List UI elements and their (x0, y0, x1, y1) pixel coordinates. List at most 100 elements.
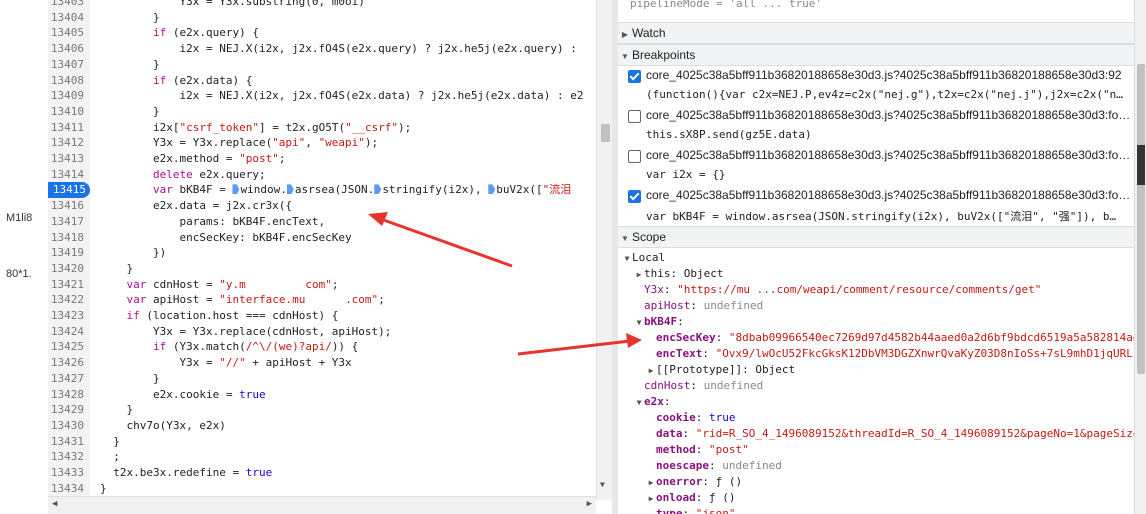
code-line[interactable]: 13408 if (e2x.data) { (48, 73, 593, 89)
line-number[interactable]: 13420 (48, 261, 84, 277)
expanded-triangle-icon[interactable]: ▼ (622, 251, 632, 266)
line-number[interactable]: 13424 (48, 324, 84, 340)
code-line[interactable]: 13431 } (48, 434, 593, 450)
breakpoint-source[interactable]: var i2x = {} (646, 168, 1132, 181)
code-line[interactable]: 13423 if (location.host === cdnHost) { (48, 308, 593, 324)
line-number[interactable]: 13404 (48, 10, 84, 26)
collapsed-triangle-icon[interactable]: ▶ (646, 475, 656, 490)
collapsed-triangle-icon[interactable]: ▶ (646, 491, 656, 506)
breakpoint-location[interactable]: core_4025c38a5bff911b36820188658e30d3.js… (646, 188, 1132, 202)
breakpoint-location[interactable]: core_4025c38a5bff911b36820188658e30d3.js… (646, 108, 1132, 122)
scope-row[interactable]: ▼ bKB4F: (634, 314, 1134, 330)
code-line[interactable]: 13432 ; (48, 449, 593, 465)
code-line[interactable]: 13433 t2x.be3x.redefine = true (48, 465, 593, 481)
line-number[interactable]: 13432 (48, 449, 84, 465)
sidebar-scrollbar[interactable] (1134, 0, 1146, 514)
breakpoint-checkbox[interactable] (628, 190, 641, 203)
line-number[interactable]: 13434 (48, 481, 84, 497)
code-line[interactable]: 13403 Y3x = Y3x.substring(0, m0oi) (48, 0, 593, 10)
code-line[interactable]: 13428 e2x.cookie = true (48, 387, 593, 403)
scope-row[interactable]: cookie: true (646, 410, 1134, 426)
inline-breakpoint-icon[interactable] (374, 184, 382, 195)
line-number[interactable]: 13409 (48, 88, 84, 104)
breakpoint-checkbox[interactable] (628, 70, 641, 83)
code-line[interactable]: 13410 } (48, 104, 593, 120)
code-line[interactable]: 13416 e2x.data = j2x.cr3x({ (48, 198, 593, 214)
scope-row[interactable]: ▼ e2x: (634, 394, 1134, 410)
scope-row[interactable]: ▶ onerror: ƒ () (646, 474, 1134, 490)
expanded-triangle-icon[interactable]: ▼ (634, 315, 644, 330)
line-number[interactable]: 13416 (48, 198, 84, 214)
breakpoint-location[interactable]: core_4025c38a5bff911b36820188658e30d3.js… (646, 68, 1132, 82)
line-number[interactable]: 13418 (48, 230, 84, 246)
collapsed-triangle-icon[interactable]: ▶ (634, 267, 644, 282)
scope-row[interactable]: encSecKey: "8dbab09966540ec7269d97d4582b… (646, 330, 1134, 346)
breakpoint-source[interactable]: (function(){var c2x=NEJ.P,ev4z=c2x("nej.… (646, 88, 1132, 101)
inline-breakpoint-icon[interactable] (232, 184, 240, 195)
scope-row[interactable]: ▼ Local (622, 250, 1134, 266)
scope-row[interactable]: data: "rid=R_SO_4_1496089152&threadId=R_… (646, 426, 1134, 442)
scroll-down-arrow-icon[interactable]: ▼ (600, 480, 605, 489)
scope-row[interactable]: method: "post" (646, 442, 1134, 458)
sidebar-scroll-thumb[interactable] (1137, 64, 1145, 374)
scope-row[interactable]: ▶ [[Prototype]]: Object (646, 362, 1134, 378)
line-number[interactable]: 13433 (48, 465, 84, 481)
scope-section-header[interactable]: ▼ Scope (618, 226, 1134, 248)
line-number[interactable]: 13430 (48, 418, 84, 434)
breakpoint-item[interactable]: core_4025c38a5bff911b36820188658e30d3.js… (618, 106, 1134, 150)
scroll-left-arrow-icon[interactable]: ◀ (52, 499, 57, 509)
code-line[interactable]: 13421 var cdnHost = "y.m com"; (48, 277, 593, 293)
editor-scroll-thumb[interactable] (601, 124, 610, 142)
code-line[interactable]: 13412 Y3x = Y3x.replace("api", "weapi"); (48, 135, 593, 151)
expanded-triangle-icon[interactable]: ▼ (634, 395, 644, 410)
code-line[interactable]: 13426 Y3x = "//" + apiHost + Y3x (48, 355, 593, 371)
collapsed-triangle-icon[interactable]: ▶ (646, 363, 656, 378)
code-editor[interactable]: 13403 Y3x = Y3x.substring(0, m0oi) 13404 … (48, 0, 612, 514)
code-line[interactable]: 13420 } (48, 261, 593, 277)
breakpoint-source[interactable]: this.sX8P.send(gz5E.data) (646, 128, 1132, 141)
line-number[interactable]: 13427 (48, 371, 84, 387)
code-line[interactable]: 13427 } (48, 371, 593, 387)
line-number[interactable]: 13414 (48, 167, 84, 183)
code-line[interactable]: 13425 if (Y3x.match(/^\/(we)?api/)) { (48, 339, 593, 355)
breakpoint-checkbox[interactable] (628, 110, 641, 123)
line-number[interactable]: 13407 (48, 57, 84, 73)
breakpoint-location[interactable]: core_4025c38a5bff911b36820188658e30d3.js… (646, 148, 1132, 162)
editor-vertical-scrollbar[interactable]: ▼ (596, 0, 612, 500)
code-line[interactable]: 13417 params: bKB4F.encText, (48, 214, 593, 230)
inline-breakpoint-icon[interactable] (488, 184, 496, 195)
line-number[interactable]: 13422 (48, 292, 84, 308)
line-number[interactable]: 13419 (48, 245, 84, 261)
scope-row[interactable]: ▶ onload: ƒ () (646, 490, 1134, 506)
line-number[interactable]: 13417 (48, 214, 84, 230)
line-number[interactable]: 13429 (48, 402, 84, 418)
line-number[interactable]: 13412 (48, 135, 84, 151)
active-code-line[interactable]: 13415 var bKB4F = window. asrsea(JSON. str… (48, 182, 593, 199)
line-number[interactable]: 13411 (48, 120, 84, 136)
code-line[interactable]: 13404 } (48, 10, 593, 26)
line-number[interactable]: 13415 (48, 182, 90, 199)
code-line[interactable]: 13430 chv7o(Y3x, e2x) (48, 418, 593, 434)
code-line[interactable]: 13434} (48, 481, 593, 497)
line-number[interactable]: 13426 (48, 355, 84, 371)
code-line[interactable]: 13414 delete e2x.query; (48, 167, 593, 183)
line-number[interactable]: 13403 (48, 0, 84, 10)
scope-row[interactable]: noescape: undefined (646, 458, 1134, 474)
code-line[interactable]: 13419 }) (48, 245, 593, 261)
breakpoint-item[interactable]: core_4025c38a5bff911b36820188658e30d3.js… (618, 66, 1134, 110)
scroll-right-arrow-icon[interactable]: ▶ (587, 499, 592, 509)
code-line[interactable]: 13422 var apiHost = "interface.mu .com"; (48, 292, 593, 308)
line-number[interactable]: 13431 (48, 434, 84, 450)
code-line[interactable]: 13413 e2x.method = "post"; (48, 151, 593, 167)
code-line[interactable]: 13406 i2x = NEJ.X(i2x, j2x.fO4S(e2x.quer… (48, 41, 593, 57)
line-number[interactable]: 13413 (48, 151, 84, 167)
scope-row[interactable]: apiHost: undefined (634, 298, 1134, 314)
line-number[interactable]: 13405 (48, 25, 84, 41)
code-line[interactable]: 13407 } (48, 57, 593, 73)
scope-row[interactable]: Y3x: "https://mu ...com/weapi/comment/re… (634, 282, 1134, 298)
code-line[interactable]: 13429 } (48, 402, 593, 418)
scope-row[interactable]: encText: "Ovx9/lwOcU52FkcGksK12DbVM3DGZX… (646, 346, 1134, 362)
watch-section-header[interactable]: ▶ Watch (618, 22, 1134, 44)
scope-row[interactable]: cdnHost: undefined (634, 378, 1134, 394)
inline-breakpoint-icon[interactable] (286, 184, 294, 195)
